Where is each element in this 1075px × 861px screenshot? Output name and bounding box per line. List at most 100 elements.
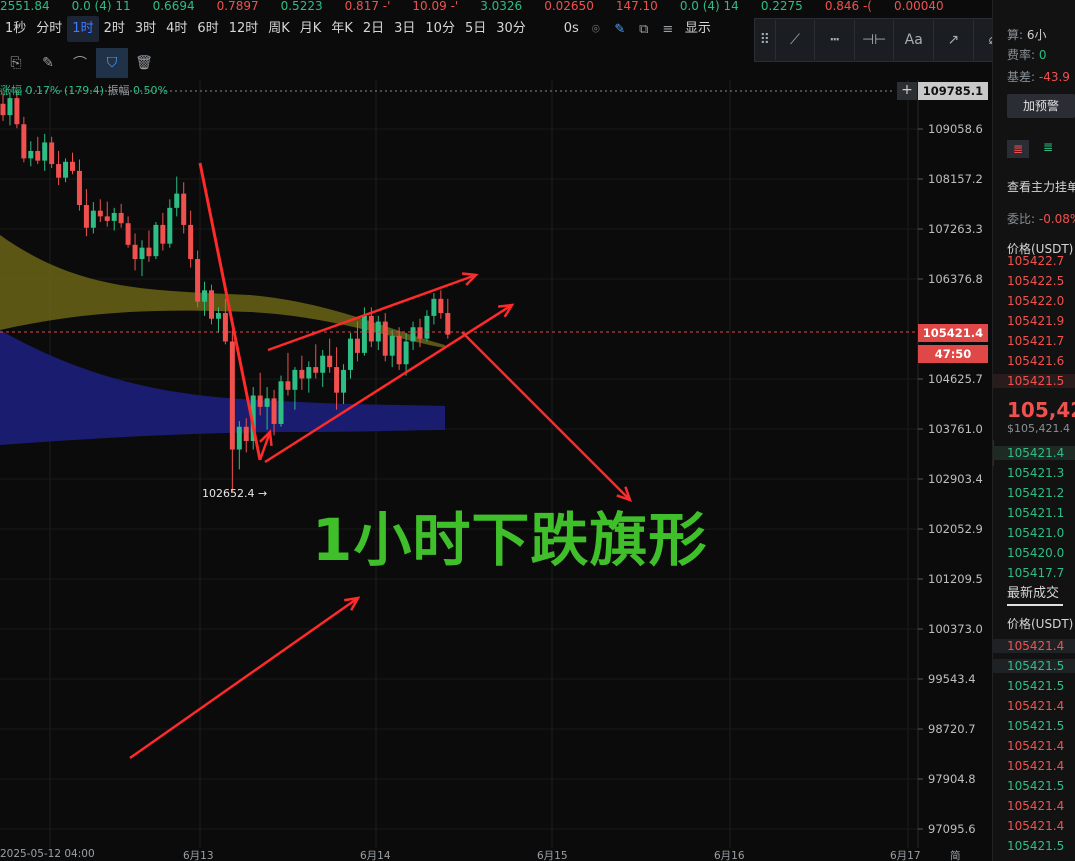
candle-body [188, 224, 194, 260]
candle-body [389, 335, 395, 356]
screenshot-icon[interactable]: ⧉ [632, 22, 656, 37]
pen-icon[interactable]: ✎ [608, 22, 632, 37]
trade-price-row[interactable]: 105421.5 [1007, 679, 1064, 693]
ask-price-row[interactable]: 105421.7 [1007, 334, 1064, 348]
price-tick-label: 98720.7 [928, 722, 976, 736]
ask-price-row[interactable]: 105421.6 [1007, 354, 1064, 368]
timeframe-7[interactable]: 12时 [224, 16, 264, 42]
ask-price-row[interactable]: 105422.0 [1007, 294, 1064, 308]
menu-icon[interactable]: ≡ [656, 22, 680, 37]
trend-line-tool[interactable]: ⟋ [776, 20, 816, 60]
candle-body [431, 298, 437, 316]
ticker-item[interactable]: 0.5223 [281, 0, 323, 12]
trade-price-row[interactable]: 105421.5 [1007, 779, 1064, 793]
ticker-item[interactable]: 0.0 (4) 11 [72, 0, 131, 12]
bid-price-row[interactable]: 105421.0 [1007, 526, 1064, 540]
countdown-toggle[interactable]: 0s [559, 16, 584, 42]
ask-price-row[interactable]: 105422.5 [1007, 274, 1064, 288]
bid-price-row[interactable]: 105421.1 [1007, 506, 1064, 520]
candle-body [243, 426, 249, 441]
timeframe-9[interactable]: 月K [295, 16, 327, 42]
ticker-item[interactable]: 3.0326 [480, 0, 522, 12]
drag-handle-icon[interactable]: ⠿ [755, 20, 776, 60]
ticker-item[interactable]: 0.2275 [761, 0, 803, 12]
edit-icon[interactable]: ✎ [32, 48, 64, 78]
ticker-item[interactable]: 0.0 (4) 14 [680, 0, 739, 12]
candle-body [118, 212, 124, 224]
candle-body [438, 298, 444, 314]
timeframe-2[interactable]: 1时 [67, 16, 99, 42]
display-settings-button[interactable]: 显示 [680, 16, 716, 42]
ticker-item[interactable]: 0.846 -( [825, 0, 872, 12]
trade-price-row[interactable]: 105421.4 [993, 639, 1075, 653]
text-tool[interactable]: Aa [894, 20, 935, 60]
arrow-line-tool[interactable]: ↗ [934, 20, 974, 60]
ticker-item[interactable]: 0.6694 [153, 0, 195, 12]
candle-body [63, 161, 69, 178]
copy-icon[interactable]: ⎘ [0, 48, 32, 78]
time-tick-label: 6月13 [183, 850, 214, 861]
attach-icon[interactable]: ⌒ [64, 48, 96, 78]
candle-body [7, 98, 13, 116]
high-price-tag: 109785.1 [918, 82, 988, 100]
bid-price-row[interactable]: 105421.4 [993, 446, 1075, 460]
candle-body [285, 381, 291, 390]
price-tick-label: 97095.6 [928, 822, 976, 836]
ticker-item[interactable]: 10.09 -' [412, 0, 458, 12]
bid-price-row[interactable]: 105417.7 [1007, 566, 1064, 580]
candle-body [348, 338, 353, 370]
trade-price-row[interactable]: 105421.4 [1007, 799, 1064, 813]
horizontal-ray-tool[interactable]: ┅ [815, 20, 855, 60]
ask-price-row[interactable]: 105421.9 [1007, 314, 1064, 328]
recent-trades-tab[interactable]: 最新成交 [1007, 582, 1059, 601]
timeframe-4[interactable]: 3时 [130, 16, 161, 42]
ticker-item[interactable]: 0.817 -' [345, 0, 391, 12]
bid-price-row[interactable]: 105421.2 [1007, 486, 1064, 500]
add-alert-plus-button[interactable]: + [897, 82, 917, 100]
bid-price-row[interactable]: 105421.3 [1007, 466, 1064, 480]
timeframe-10[interactable]: 年K [326, 16, 358, 42]
trade-price-row[interactable]: 105421.5 [993, 659, 1075, 673]
timeframe-6[interactable]: 6时 [192, 16, 223, 42]
ticker-item[interactable]: 0.7897 [217, 0, 259, 12]
trade-price-row[interactable]: 105421.5 [1007, 719, 1064, 733]
timeframe-12[interactable]: 3日 [389, 16, 420, 42]
last-price-big: 105,421 [1007, 398, 1075, 422]
time-tick-label: 6月14 [360, 850, 391, 861]
timeframe-5[interactable]: 4时 [161, 16, 192, 42]
timeframe-15[interactable]: 30分 [491, 16, 531, 42]
trade-price-row[interactable]: 105421.4 [1007, 759, 1064, 773]
add-alert-button[interactable]: 加预警 [1007, 94, 1075, 118]
filter-icon[interactable]: ⛉ [96, 48, 128, 78]
timeframe-14[interactable]: 5日 [460, 16, 491, 42]
trade-price-row[interactable]: 105421.4 [1007, 739, 1064, 753]
recent-trades-tab-underline [1007, 604, 1063, 606]
candlestick-chart[interactable] [0, 80, 992, 848]
timeframe-3[interactable]: 2时 [99, 16, 130, 42]
ticker-item[interactable]: 0.02650 [544, 0, 594, 12]
ticker-item[interactable]: 2551.84 [0, 0, 50, 12]
ticker-item[interactable]: 0.00040 [894, 0, 944, 12]
candle-body [139, 247, 145, 260]
trade-price-row[interactable]: 105421.5 [1007, 839, 1064, 853]
ask-price-row[interactable]: 105422.7 [1007, 254, 1064, 268]
price-tick-label: 107263.3 [928, 222, 983, 236]
orderbook-bids-view-icon[interactable]: ≣ [1043, 140, 1053, 154]
timeframe-1[interactable]: 分时 [31, 16, 67, 42]
horizontal-line-tool[interactable]: ⊣⊢ [855, 20, 895, 60]
camera-icon[interactable]: ⌾ [584, 22, 608, 37]
ask-price-row[interactable]: 105421.5 [993, 374, 1075, 388]
candle-body [403, 341, 409, 365]
delete-icon[interactable]: 🗑 [128, 48, 160, 78]
timeframe-8[interactable]: 周K [263, 16, 295, 42]
view-main-orders-link[interactable]: 查看主力挂单 [1007, 178, 1075, 195]
trade-price-row[interactable]: 105421.4 [1007, 699, 1064, 713]
candle-body [424, 315, 430, 339]
bid-price-row[interactable]: 105420.0 [1007, 546, 1064, 560]
trade-price-row[interactable]: 105421.4 [1007, 819, 1064, 833]
timeframe-11[interactable]: 2日 [358, 16, 389, 42]
orderbook-both-view-icon[interactable]: ≣ [1007, 140, 1029, 158]
timeframe-13[interactable]: 10分 [420, 16, 460, 42]
timeframe-0[interactable]: 1秒 [0, 16, 31, 42]
ticker-item[interactable]: 147.10 [616, 0, 658, 12]
